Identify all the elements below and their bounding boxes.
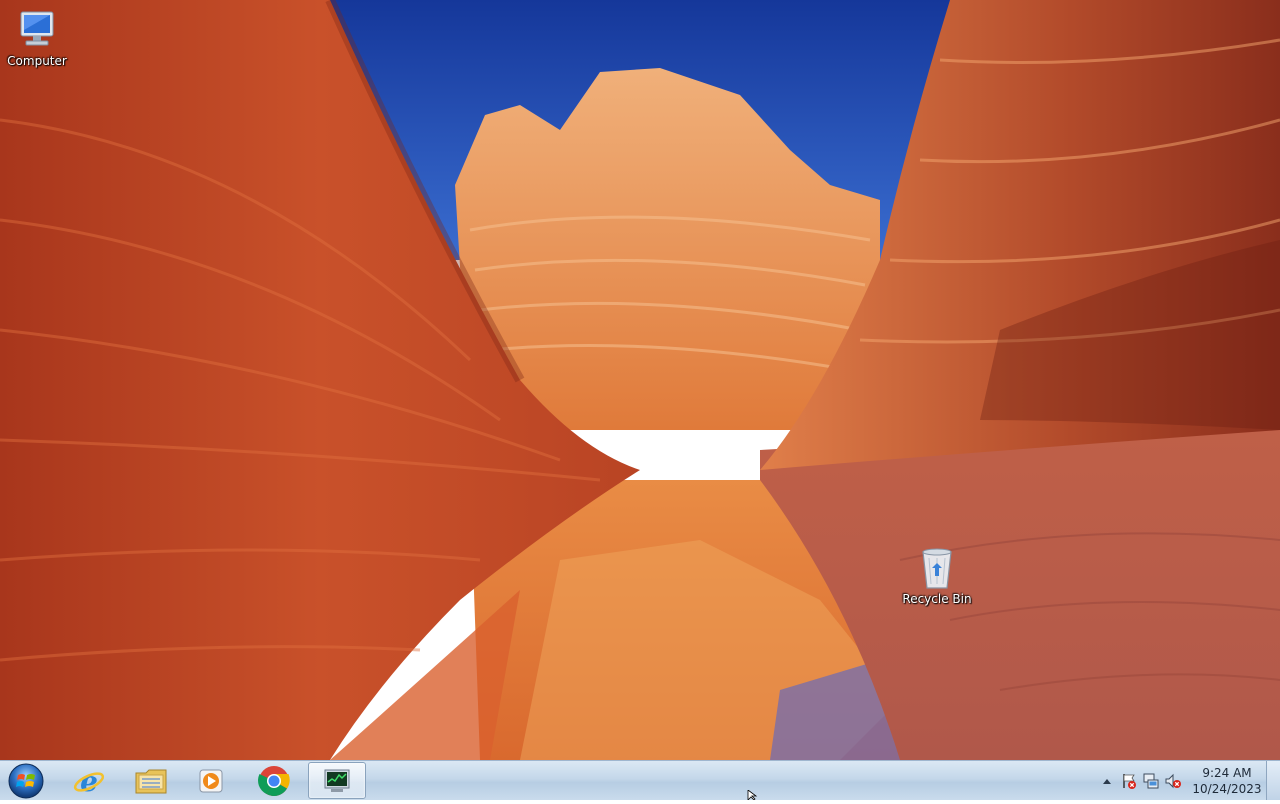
start-button[interactable] bbox=[4, 762, 48, 800]
wallpaper bbox=[0, 0, 1280, 760]
show-desktop-button[interactable] bbox=[1266, 761, 1280, 800]
show-hidden-icons-button[interactable] bbox=[1096, 770, 1118, 792]
clock-time: 9:24 AM bbox=[1202, 765, 1252, 780]
action-center-flag-icon bbox=[1123, 773, 1136, 789]
taskbar-internet-explorer-button[interactable]: e bbox=[60, 762, 118, 799]
mouse-cursor-icon bbox=[747, 790, 758, 800]
desktop-icon-recycle-bin[interactable]: Recycle Bin bbox=[896, 546, 978, 606]
taskbar-chrome-button[interactable] bbox=[245, 762, 303, 799]
taskbar-task-manager-button[interactable] bbox=[308, 762, 366, 799]
desktop-icon-label: Recycle Bin bbox=[902, 592, 972, 606]
taskbar-file-explorer-button[interactable] bbox=[122, 762, 180, 799]
network-icon bbox=[1143, 773, 1159, 788]
action-center-button[interactable] bbox=[1118, 770, 1140, 792]
computer-icon bbox=[20, 11, 54, 46]
desktop[interactable]: Computer Recycle Bin bbox=[0, 0, 1280, 760]
clock-date: 10/24/2023 bbox=[1192, 781, 1262, 796]
system-tray: 9:24 AM 10/24/2023 bbox=[1096, 761, 1262, 800]
clock[interactable]: 9:24 AM 10/24/2023 bbox=[1192, 765, 1262, 797]
desktop-icon-computer[interactable]: Computer bbox=[0, 8, 78, 68]
taskbar-media-player-button[interactable] bbox=[182, 762, 240, 799]
file-explorer-icon bbox=[135, 769, 167, 793]
internet-explorer-icon: e bbox=[73, 765, 105, 798]
show-hidden-icons-arrow-icon bbox=[1103, 778, 1111, 784]
volume-button[interactable] bbox=[1162, 770, 1184, 792]
svg-text:e: e bbox=[80, 765, 98, 798]
windows-start-orb-icon bbox=[8, 763, 44, 799]
chrome-icon bbox=[258, 765, 290, 796]
media-player-icon bbox=[199, 769, 223, 792]
recycle-bin-icon bbox=[922, 548, 952, 589]
desktop-icon-label: Computer bbox=[7, 54, 67, 68]
task-manager-icon bbox=[324, 769, 350, 792]
taskbar: e 9:24 AM 10/24/2023 bbox=[0, 760, 1280, 800]
network-button[interactable] bbox=[1140, 770, 1162, 792]
volume-muted-icon bbox=[1165, 773, 1181, 788]
